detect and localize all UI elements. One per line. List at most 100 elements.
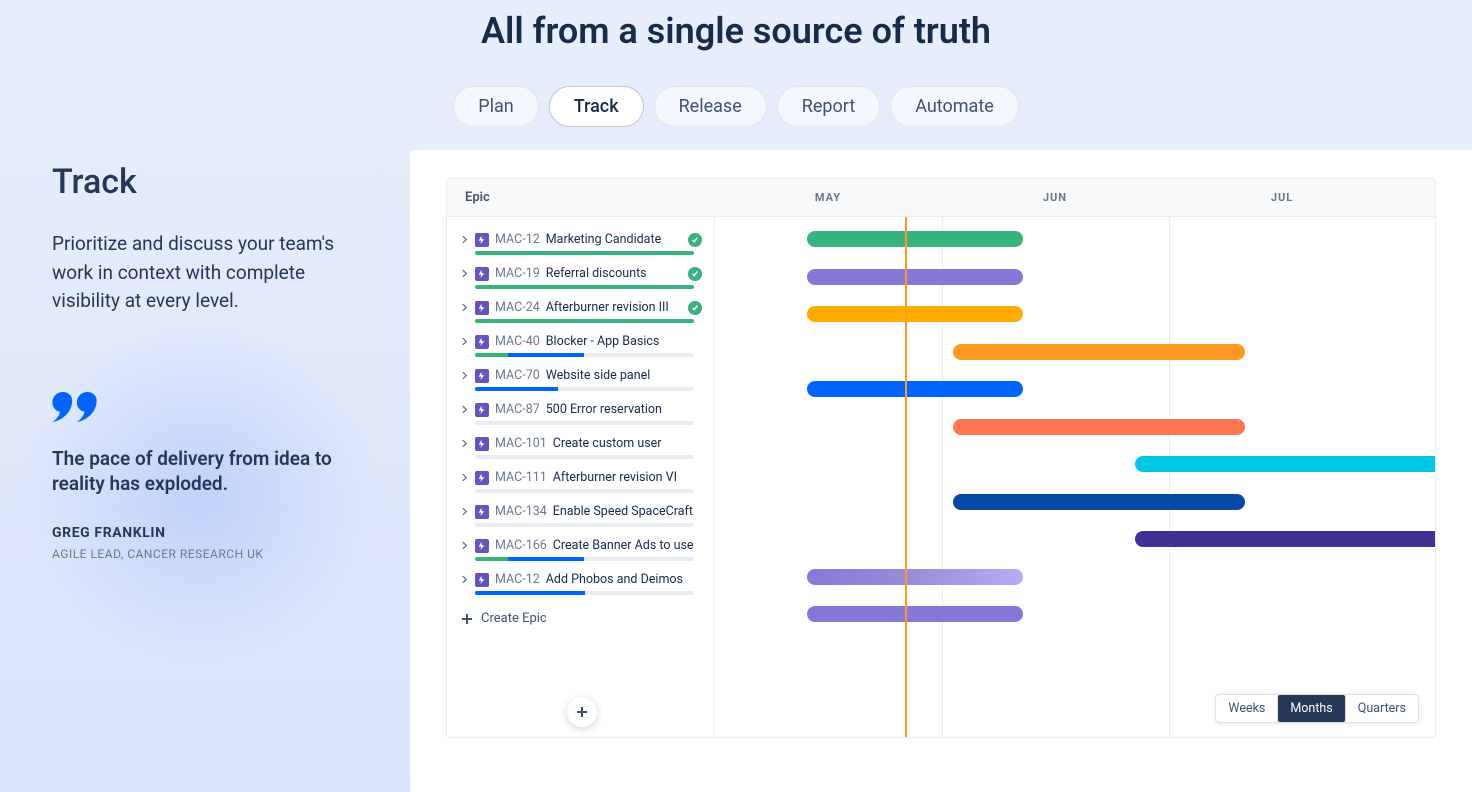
chevron-right-icon[interactable] (459, 508, 469, 515)
chevron-right-icon[interactable] (459, 576, 469, 583)
add-button[interactable] (567, 697, 597, 727)
epic-key: MAC-134 (495, 504, 547, 519)
section-body: Prioritize and discuss your team's work … (52, 230, 352, 316)
quote-author: GREG FRANKLIN (52, 525, 380, 541)
epic-column-header: Epic (447, 179, 715, 216)
epic-icon (475, 335, 489, 349)
epic-key: MAC-111 (495, 470, 547, 485)
epic-icon (475, 539, 489, 553)
epic-name: Enable Speed SpaceCraft (553, 504, 702, 519)
month-label: JUN (1035, 179, 1075, 216)
gridline (942, 217, 943, 737)
epic-key: MAC-101 (495, 436, 547, 451)
today-marker (905, 217, 907, 737)
chevron-right-icon[interactable] (459, 236, 469, 243)
epic-key: MAC-12 (495, 232, 540, 247)
epic-list: MAC-12 Marketing Candidate MAC-19 Referral … (447, 217, 715, 737)
epic-row[interactable]: MAC-24Afterburner revision III (457, 295, 704, 317)
epic-row[interactable]: MAC-40Blocker - App Basics (457, 329, 704, 351)
tab-report[interactable]: Report (777, 86, 880, 127)
section-heading: Track (52, 162, 380, 202)
gridline (1169, 217, 1170, 737)
zoom-selector: WeeksMonthsQuarters (1215, 694, 1419, 723)
tab-automate[interactable]: Automate (890, 86, 1019, 127)
epic-row[interactable]: MAC-101 Create custom user (457, 431, 704, 453)
timeline-bar[interactable] (953, 419, 1245, 435)
chevron-right-icon[interactable] (459, 304, 469, 311)
timeline-bar[interactable] (807, 569, 1023, 585)
epic-progress (475, 523, 694, 527)
epic-name: Add Phobos and Deimos (546, 572, 702, 587)
timeline-bar[interactable] (807, 306, 1023, 322)
epic-name: Create Banner Ads to use (553, 538, 702, 553)
timeline-bar[interactable] (1135, 531, 1435, 547)
chevron-right-icon[interactable] (459, 372, 469, 379)
epic-key: MAC-12 (495, 572, 540, 587)
timeline-bar[interactable] (807, 381, 1023, 397)
timeline-bar[interactable] (953, 494, 1245, 510)
epic-icon (475, 301, 489, 315)
epic-name: Referral discounts (546, 266, 682, 281)
timeline-body[interactable] (715, 217, 1435, 737)
create-epic-label: Create Epic (481, 611, 547, 626)
epic-progress (475, 285, 694, 289)
epic-progress (475, 455, 694, 459)
epic-icon (475, 369, 489, 383)
epic-key: MAC-19 (495, 266, 540, 281)
zoom-option-months[interactable]: Months (1278, 695, 1344, 722)
create-epic-button[interactable]: Create Epic (457, 601, 704, 636)
epic-name: Marketing Candidate (546, 232, 682, 247)
epic-key: MAC-87 (495, 402, 540, 417)
chevron-right-icon[interactable] (459, 406, 469, 413)
epic-progress (475, 421, 694, 425)
epic-icon (475, 267, 489, 281)
month-label: MAY (808, 179, 848, 216)
chevron-right-icon[interactable] (459, 474, 469, 481)
done-check-icon (688, 301, 702, 315)
timeline-header: MAYJUNJUL (715, 179, 1435, 216)
tab-plan[interactable]: Plan (453, 86, 538, 127)
epic-row[interactable]: MAC-87 500 Error reservation (457, 397, 704, 419)
epic-name: Website side panel (546, 368, 702, 383)
quote-mark-icon (52, 384, 380, 432)
chevron-right-icon[interactable] (459, 338, 469, 345)
chevron-right-icon[interactable] (459, 542, 469, 549)
tabs: Plan TrackReleaseReportAutomate (0, 86, 1472, 127)
epic-key: MAC-40 (495, 334, 540, 349)
epic-progress (475, 591, 694, 595)
timeline-bar[interactable] (807, 231, 1023, 247)
chevron-right-icon[interactable] (459, 440, 469, 447)
epic-progress (475, 387, 694, 391)
epic-icon (475, 471, 489, 485)
timeline-bar[interactable] (1135, 456, 1435, 472)
zoom-option-weeks[interactable]: Weeks (1216, 695, 1277, 722)
epic-row[interactable]: MAC-134 Enable Speed SpaceCraft (457, 499, 704, 521)
epic-name: 500 Error reservation (546, 402, 702, 417)
epic-icon (475, 233, 489, 247)
done-check-icon (688, 267, 702, 281)
epic-name: Create custom user (553, 436, 702, 451)
quote-text: The pace of delivery from idea to realit… (52, 446, 352, 497)
epic-progress (475, 353, 694, 357)
epic-row[interactable]: MAC-111 Afterburner revision VI (457, 465, 704, 487)
tab-release[interactable]: Release (654, 86, 767, 127)
epic-row[interactable]: MAC-166Create Banner Ads to use (457, 533, 704, 555)
epic-row[interactable]: MAC-19 Referral discounts (457, 261, 704, 283)
chevron-right-icon[interactable] (459, 270, 469, 277)
epic-progress (475, 319, 694, 323)
epic-row[interactable]: MAC-12 Add Phobos and Deimos (457, 567, 704, 589)
epic-progress (475, 489, 694, 493)
epic-row[interactable]: MAC-12 Marketing Candidate (457, 227, 704, 249)
epic-row[interactable]: MAC-70 Website side panel (457, 363, 704, 385)
epic-name: Afterburner revision VI (553, 470, 702, 485)
quote-role: AGILE LEAD, CANCER RESEARCH UK (52, 547, 380, 561)
timeline-bar[interactable] (953, 344, 1245, 360)
app-frame: Epic MAYJUNJUL MAC-12Marketing Candidate… (446, 178, 1436, 738)
timeline-bar[interactable] (807, 269, 1023, 285)
timeline-bar[interactable] (807, 606, 1023, 622)
tab-track[interactable]: Track (549, 86, 644, 127)
epic-name: Afterburner revision III (546, 300, 682, 315)
zoom-option-quarters[interactable]: Quarters (1346, 695, 1418, 722)
epic-icon (475, 437, 489, 451)
epic-key: MAC-70 (495, 368, 540, 383)
